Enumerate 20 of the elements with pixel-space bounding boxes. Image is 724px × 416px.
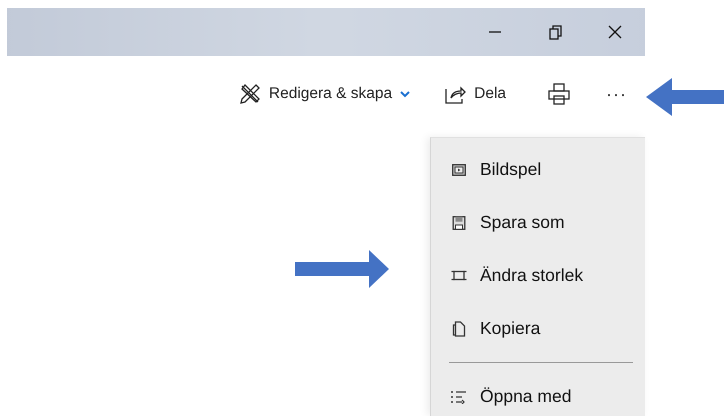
more-button[interactable]: ··· xyxy=(580,74,645,114)
menu-item[interactable]: Spara som xyxy=(431,196,645,249)
menu-item[interactable]: Kopiera xyxy=(431,302,645,355)
menu-item[interactable]: Ändra storlek xyxy=(431,249,645,302)
arrow-icon xyxy=(646,78,724,116)
share-button[interactable]: Dela xyxy=(434,74,516,114)
menu-item[interactable]: Öppna med xyxy=(431,370,645,416)
list-arrow-icon xyxy=(451,390,467,404)
pencil-ruler-icon xyxy=(238,83,261,105)
chevron-down-icon xyxy=(400,90,410,98)
arrow-icon xyxy=(295,250,389,288)
minimize-icon xyxy=(489,31,501,33)
restore-icon xyxy=(548,24,562,40)
printer-icon xyxy=(548,82,570,106)
close-icon xyxy=(608,25,622,39)
edit-create-button[interactable]: Redigera & skapa xyxy=(228,74,420,114)
menu-item[interactable]: Bildspel xyxy=(431,143,645,196)
slideshow-icon xyxy=(451,164,467,176)
resize-icon xyxy=(451,269,467,282)
copy-icon xyxy=(451,320,467,336)
